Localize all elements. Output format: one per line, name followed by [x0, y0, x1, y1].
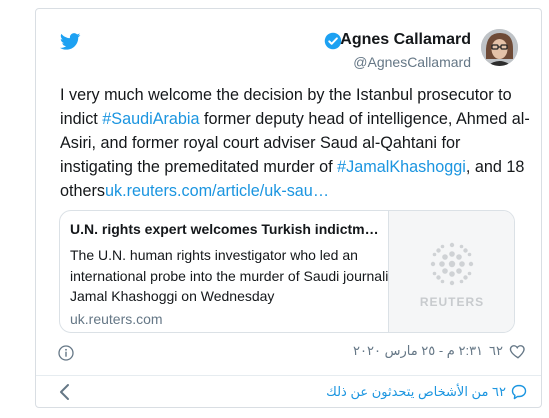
- comment-icon: [511, 384, 527, 400]
- reuters-logo-icon: [430, 242, 474, 286]
- link-card-domain: uk.reuters.com: [70, 310, 163, 327]
- reuters-wordmark: REUTERS: [419, 295, 485, 309]
- tweet-timestamp[interactable]: ٢:٣١ م - ٢٥ مارس ٢٠٢٠: [353, 343, 483, 359]
- twitter-bird-icon[interactable]: [60, 33, 81, 50]
- hashtag-saudiarabia-link[interactable]: #SaudiArabia: [102, 110, 199, 128]
- divider: [36, 375, 541, 376]
- info-icon[interactable]: [58, 345, 74, 361]
- author-handle[interactable]: @AgnesCallamard: [353, 54, 471, 70]
- link-card-title: U.N. rights expert welcomes Turkish indi…: [70, 221, 379, 237]
- link-card-body: U.N. rights expert welcomes Turkish indi…: [70, 220, 410, 329]
- heart-icon[interactable]: [509, 342, 527, 360]
- author-name[interactable]: Agnes Callamard: [340, 31, 471, 49]
- link-card-description: The U.N. human rights investigator who l…: [70, 247, 400, 304]
- tweet-card[interactable]: Agnes Callamard @AgnesCallamard I very m…: [35, 8, 542, 408]
- people-talking-link[interactable]: ٦٢ من الأشخاص يتحدثون عن ذلك: [326, 384, 527, 400]
- link-preview-card[interactable]: U.N. rights expert welcomes Turkish indi…: [59, 210, 515, 333]
- avatar[interactable]: [481, 29, 518, 66]
- chevron-left-icon[interactable]: [58, 383, 72, 401]
- tweet-meta-row: ٦٢ ٢:٣١ م - ٢٥ مارس ٢٠٢٠: [353, 342, 527, 360]
- article-url-link[interactable]: uk.reuters.com/article/uk-sau…: [105, 182, 329, 200]
- people-talking-label[interactable]: ٦٢ من الأشخاص يتحدثون عن ذلك: [326, 384, 506, 400]
- tweet-text: I very much welcome the decision by the …: [60, 83, 530, 203]
- link-card-thumbnail: REUTERS: [388, 211, 514, 332]
- like-count[interactable]: ٦٢: [489, 343, 503, 359]
- hashtag-jamalkhashoggi-link[interactable]: #JamalKhashoggi: [337, 158, 466, 176]
